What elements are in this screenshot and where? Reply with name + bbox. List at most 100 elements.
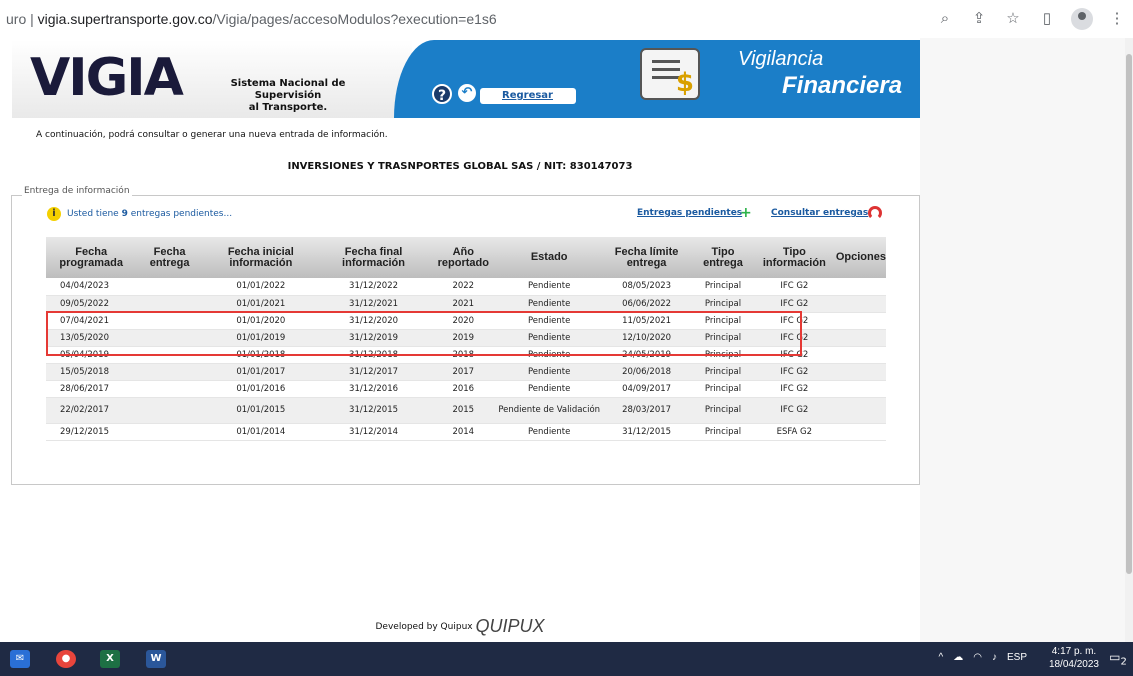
quipux-logo: QUIPUX	[475, 616, 545, 636]
profile-avatar[interactable]	[1071, 8, 1093, 30]
word-app-icon[interactable]: W	[146, 650, 166, 668]
side-panel-icon[interactable]: ▯	[1037, 9, 1057, 29]
table-cell	[136, 312, 203, 330]
table-row[interactable]: 22/02/2017 01/01/2015 31/12/2015 2015 Pendie…	[46, 397, 886, 424]
table-cell: 31/12/2016	[318, 380, 429, 398]
table-row[interactable]: 13/05/2020 01/01/2019 31/12/2019 2019 Pendie…	[46, 329, 886, 347]
regresar-button[interactable]: Regresar	[480, 88, 576, 104]
table-cell: 15/05/2018	[46, 363, 137, 381]
table-cell: Principal	[693, 329, 753, 347]
vertical-scrollbar[interactable]	[1125, 38, 1133, 642]
scrollbar-thumb[interactable]	[1126, 54, 1132, 574]
table-cell: 01/01/2019	[202, 329, 319, 347]
table-cell: IFC G2	[752, 397, 836, 424]
table-cell: 01/01/2022	[202, 278, 319, 296]
table-cell	[136, 278, 203, 296]
table-header-row: Fecha programada Fecha entrega Fecha inici…	[46, 237, 886, 278]
table-cell: 31/12/2015	[318, 397, 429, 424]
table-row[interactable]: 29/12/2015 01/01/2014 31/12/2014 2014 Pendie…	[46, 423, 886, 441]
zoom-icon[interactable]: ⌕	[935, 9, 955, 29]
table-cell: 01/01/2017	[202, 363, 319, 381]
page-side-background	[920, 38, 1125, 642]
column-header: Fecha final información	[318, 237, 429, 278]
column-header: Fecha inicial información	[202, 237, 319, 278]
table-cell: 06/06/2022	[600, 295, 694, 313]
table-row[interactable]: 04/04/2023 01/01/2022 31/12/2022 2022 Pendie…	[46, 278, 886, 296]
table-cell	[835, 312, 886, 330]
table-cell: Pendiente	[498, 329, 601, 347]
url-host: vigia.supertransporte.gov.co	[37, 11, 213, 27]
table-cell: IFC G2	[752, 312, 836, 330]
table-row[interactable]: 28/06/2017 01/01/2016 31/12/2016 2016 Pendie…	[46, 380, 886, 398]
table-cell: 24/05/2019	[600, 346, 694, 364]
module-title-line-2: Financiera	[782, 72, 903, 99]
table-cell: 2017	[428, 363, 499, 381]
mail-app-icon[interactable]: ✉	[10, 650, 30, 668]
notification-icon[interactable]: ▭2	[1109, 650, 1127, 668]
table-cell: Pendiente	[498, 346, 601, 364]
chrome-app-icon[interactable]: ●	[56, 650, 76, 668]
table-cell: Principal	[693, 278, 753, 296]
table-cell: Pendiente	[498, 380, 601, 398]
table-cell: 11/05/2021	[600, 312, 694, 330]
help-icon[interactable]: ?	[432, 84, 452, 104]
share-icon[interactable]: ⇪	[969, 9, 989, 29]
table-cell: Principal	[693, 346, 753, 364]
table-cell: 31/12/2018	[318, 346, 429, 364]
table-row[interactable]: 09/05/2022 01/01/2021 31/12/2021 2021 Pendie…	[46, 295, 886, 313]
add-plus-icon[interactable]: +	[740, 206, 752, 220]
table-row[interactable]: 05/04/2019 01/01/2018 31/12/2018 2018 Pendie…	[46, 346, 886, 364]
table-cell	[136, 363, 203, 381]
table-cell: IFC G2	[752, 346, 836, 364]
url-prefix: uro	[6, 11, 27, 27]
clock[interactable]: 4:17 p. m. 18/04/2023	[1049, 645, 1099, 671]
table-cell: Principal	[693, 397, 753, 424]
menu-kebab-icon[interactable]: ⋮	[1107, 9, 1127, 29]
table-cell: 28/06/2017	[46, 380, 137, 398]
footer: Developed by Quipux QUIPUX	[0, 616, 920, 637]
table-cell: 2019	[428, 329, 499, 347]
table-cell	[835, 380, 886, 398]
table-cell: 2021	[428, 295, 499, 313]
table-cell	[136, 397, 203, 424]
language-indicator[interactable]: ESP	[1007, 652, 1027, 663]
table-cell	[835, 295, 886, 313]
table-cell: 01/01/2014	[202, 423, 319, 441]
vigia-logo: VIGIA	[30, 48, 184, 108]
table-cell: Pendiente	[498, 295, 601, 313]
table-cell: 07/04/2021	[46, 312, 137, 330]
table-cell	[136, 346, 203, 364]
address-bar[interactable]: uro | vigia.supertransporte.gov.co/Vigia…	[6, 11, 497, 27]
onedrive-icon[interactable]: ☁	[953, 652, 963, 663]
entregas-pendientes-link[interactable]: Entregas pendientes	[637, 208, 742, 218]
table-cell	[835, 346, 886, 364]
table-row[interactable]: 07/04/2021 01/01/2020 31/12/2020 2020 Pendie…	[46, 312, 886, 330]
wifi-icon[interactable]: ◠	[973, 652, 982, 663]
table-cell: Pendiente de Validación	[498, 397, 601, 424]
info-icon: i	[47, 207, 61, 221]
excel-app-icon[interactable]: X	[100, 650, 120, 668]
consult-search-icon[interactable]	[868, 206, 882, 220]
financial-document-icon: $	[640, 48, 700, 100]
table-cell: 28/03/2017	[600, 397, 694, 424]
consultar-entregas-link[interactable]: Consultar entregas	[771, 208, 868, 218]
clock-time: 4:17 p. m.	[1051, 646, 1097, 657]
table-cell: 05/04/2019	[46, 346, 137, 364]
table-cell: 31/12/2014	[318, 423, 429, 441]
volume-icon[interactable]: ♪	[992, 652, 997, 663]
table-cell: Pendiente	[498, 423, 601, 441]
header-banner: VIGIA Sistema Nacional de Supervisión al…	[12, 40, 920, 118]
table-cell: Principal	[693, 380, 753, 398]
bookmark-star-icon[interactable]: ☆	[1003, 9, 1023, 29]
table-cell: 01/01/2016	[202, 380, 319, 398]
chevron-up-icon[interactable]: ^	[939, 652, 944, 663]
table-cell: 29/12/2015	[46, 423, 137, 441]
back-icon[interactable]: ↶	[458, 84, 476, 102]
table-cell: Pendiente	[498, 312, 601, 330]
column-header: Estado	[498, 237, 601, 278]
table-row[interactable]: 15/05/2018 01/01/2017 31/12/2017 2017 Pendie…	[46, 363, 886, 381]
column-header: Tipo información	[752, 237, 836, 278]
table-cell: 2015	[428, 397, 499, 424]
table-cell: 2016	[428, 380, 499, 398]
logo-subtitle: Sistema Nacional de Supervisión al Trans…	[208, 78, 368, 114]
